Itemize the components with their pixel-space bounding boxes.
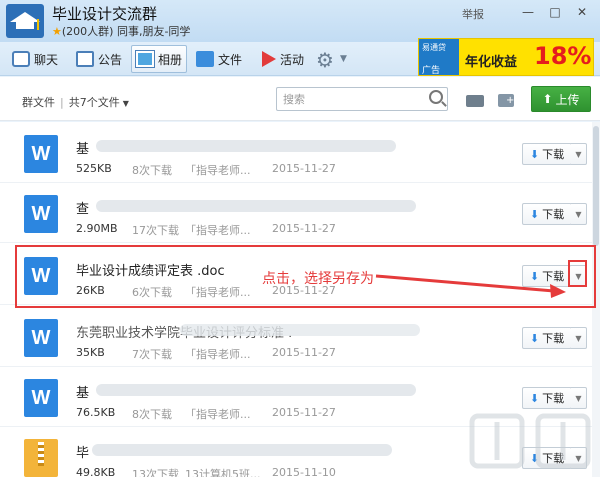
annotation-arrow-head xyxy=(550,284,566,298)
annotation-arrow-line xyxy=(375,274,555,293)
annotation-arrow xyxy=(375,274,566,298)
site-watermark-logo xyxy=(469,413,591,469)
